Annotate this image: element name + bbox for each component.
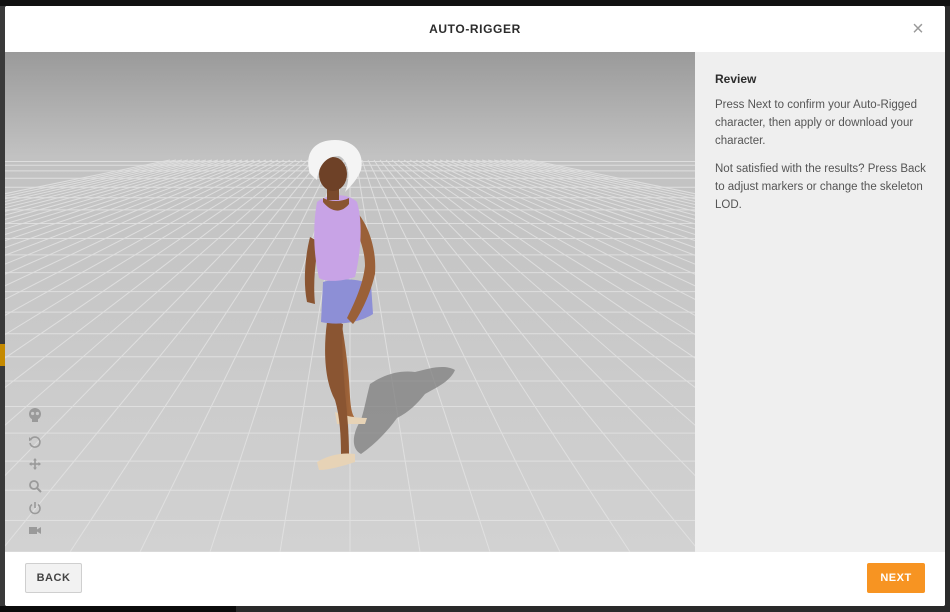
scene-canvas[interactable] <box>5 52 695 552</box>
3d-viewport[interactable] <box>5 52 695 552</box>
close-icon[interactable]: × <box>909 19 927 39</box>
power-icon[interactable] <box>25 498 45 518</box>
background-bar <box>236 606 950 612</box>
next-button[interactable]: NEXT <box>867 563 925 593</box>
review-panel: Review Press Next to confirm your Auto-R… <box>695 52 945 552</box>
background-app-bottom <box>0 606 950 612</box>
rotate-icon[interactable] <box>25 432 45 452</box>
zoom-icon[interactable] <box>25 476 45 496</box>
auto-rigger-modal: AUTO-RIGGER × Review Press Next to confi… <box>5 6 945 606</box>
viewer-toolbar <box>25 402 45 542</box>
back-button[interactable]: BACK <box>25 563 82 593</box>
pan-icon[interactable] <box>25 454 45 474</box>
review-help-text: Not satisfied with the results? Press Ba… <box>715 163 926 211</box>
modal-footer: BACK NEXT <box>5 552 945 606</box>
review-instructions: Press Next to confirm your Auto-Rigged c… <box>715 99 917 147</box>
review-title: Review <box>715 72 757 86</box>
background-app-right <box>945 6 950 606</box>
skeleton-icon[interactable] <box>25 402 45 428</box>
camera-icon[interactable] <box>25 520 45 540</box>
modal-header: AUTO-RIGGER × <box>5 6 945 53</box>
modal-title: AUTO-RIGGER <box>429 22 521 36</box>
